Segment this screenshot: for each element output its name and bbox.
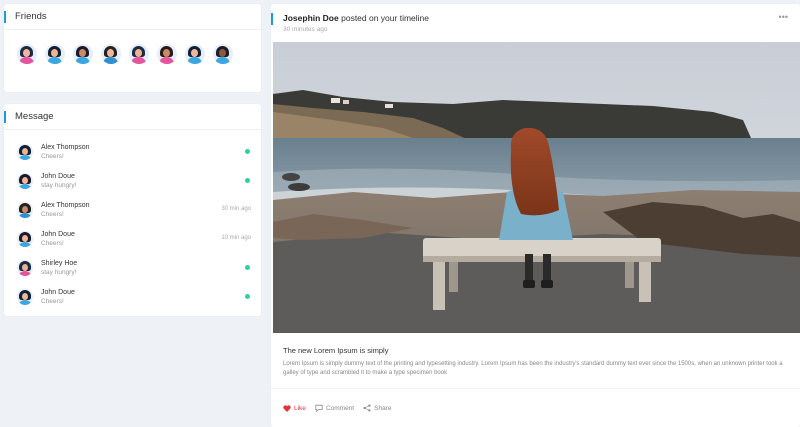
post-action-text: posted on your timeline [341, 13, 429, 23]
friend-avatar-icon[interactable] [17, 44, 37, 64]
more-horizontal-icon[interactable]: ••• [779, 12, 788, 22]
user-avatar-icon[interactable] [17, 172, 33, 189]
message-item[interactable]: John Doue stay hungry! [4, 166, 261, 195]
friend-avatar-icon[interactable] [73, 44, 93, 64]
message-preview: Cheers! [41, 152, 64, 160]
post-actions: Like Comment Share [271, 388, 800, 427]
user-avatar-icon[interactable] [17, 259, 33, 276]
comment-icon [315, 404, 323, 412]
message-time: 10 min ago [221, 235, 251, 241]
friends-title: Friends [4, 4, 261, 30]
message-text: John Doue Cheers! [41, 230, 75, 248]
message-item[interactable]: John Doue Cheers! [4, 282, 261, 311]
friend-avatar-icon[interactable] [45, 44, 65, 64]
message-preview: stay hungry! [41, 268, 77, 276]
like-label: Like [294, 404, 306, 412]
message-sender: Alex Thompson [41, 201, 90, 209]
message-list: Alex Thompson Cheers! John Doue stay hungry… [4, 130, 261, 311]
comment-label: Comment [325, 404, 355, 412]
friend-avatar-icon[interactable] [129, 44, 149, 64]
message-text: John Doue Cheers! [41, 288, 75, 306]
message-item[interactable]: Alex Thompson Cheers! 30 min ago [4, 195, 261, 224]
friend-avatar-icon[interactable] [101, 44, 121, 64]
message-sender: John Doue [41, 230, 75, 238]
online-status-icon [245, 294, 250, 299]
share-button[interactable]: Share [363, 404, 391, 412]
message-item[interactable]: John Doue Cheers! 10 min ago [4, 224, 261, 253]
user-avatar-icon[interactable] [17, 201, 33, 218]
post-text: Lorem Ipsum is simply dummy text of the … [283, 361, 783, 376]
message-sender: Alex Thompson [41, 143, 90, 151]
friend-avatar-icon[interactable] [213, 44, 233, 64]
online-status-icon [245, 178, 250, 183]
message-sender: Shirley Hoe [41, 259, 78, 267]
message-sender: John Doue [41, 172, 75, 180]
share-icon [363, 404, 371, 412]
friend-avatar-icon[interactable] [185, 44, 205, 64]
friend-avatar-icon[interactable] [157, 44, 177, 64]
message-preview: Cheers! [41, 297, 64, 305]
timeline-post: Josephin Doe posted on your timeline 30 … [271, 4, 800, 427]
comment-button[interactable]: Comment [315, 404, 354, 412]
post-timestamp: 30 minutes ago [283, 26, 328, 33]
message-text: Shirley Hoe stay hungry! [41, 259, 77, 277]
message-item[interactable]: Alex Thompson Cheers! [4, 137, 261, 166]
message-preview: Cheers! [41, 210, 64, 218]
message-text: Alex Thompson Cheers! [41, 201, 90, 219]
heart-icon [283, 404, 291, 412]
friends-card: Friends [4, 4, 261, 92]
messages-title: Message [4, 104, 261, 130]
post-photo[interactable] [273, 42, 800, 333]
post-title: Josephin Doe posted on your timeline [283, 13, 800, 23]
message-time: 30 min ago [221, 206, 251, 212]
message-sender: John Doue [41, 288, 75, 296]
online-status-icon [245, 149, 250, 154]
post-header: Josephin Doe posted on your timeline 30 … [271, 4, 800, 42]
message-text: Alex Thompson Cheers! [41, 143, 90, 161]
share-label: Share [374, 404, 392, 412]
user-avatar-icon[interactable] [17, 288, 33, 305]
message-item[interactable]: Shirley Hoe stay hungry! [4, 253, 261, 282]
message-text: John Doue stay hungry! [41, 172, 76, 190]
post-content: The new Lorem Ipsum is simply Lorem Ipsu… [283, 346, 793, 378]
post-heading: The new Lorem Ipsum is simply [283, 346, 389, 355]
message-preview: stay hungry! [41, 181, 77, 189]
messages-card: Message Alex Thompson Cheers! John Doue sta… [4, 104, 261, 316]
user-avatar-icon[interactable] [17, 230, 33, 247]
like-button[interactable]: Like [283, 405, 306, 412]
online-status-icon [245, 265, 250, 270]
post-author[interactable]: Josephin Doe [283, 13, 339, 23]
message-preview: Cheers! [41, 239, 64, 247]
user-avatar-icon[interactable] [17, 143, 33, 160]
friends-avatar-list [4, 30, 261, 64]
